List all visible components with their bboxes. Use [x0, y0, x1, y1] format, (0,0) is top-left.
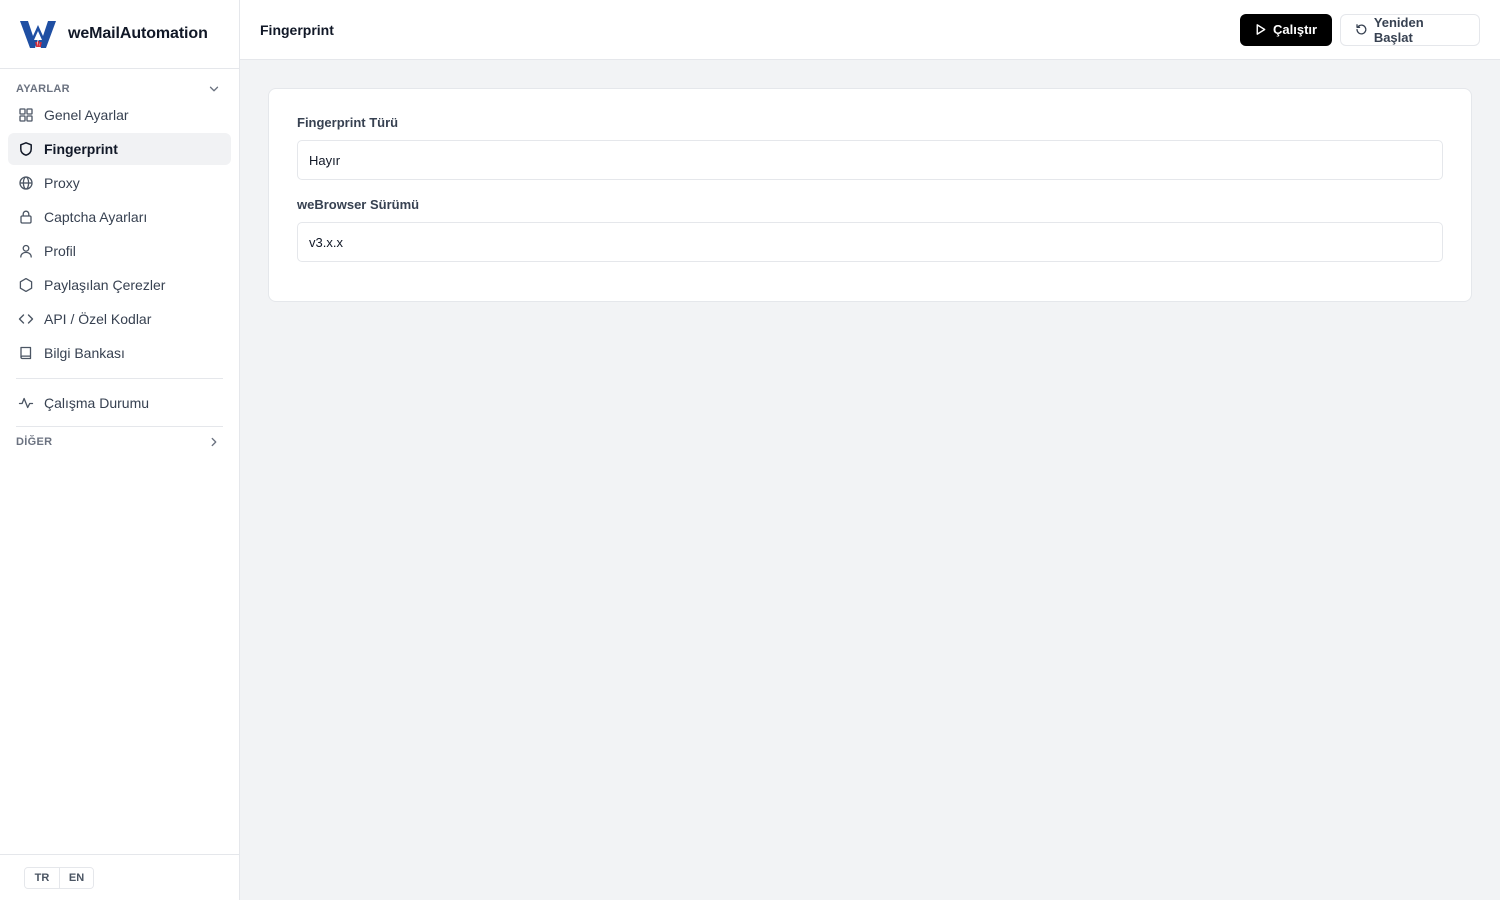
- chevron-down-icon: [209, 86, 219, 92]
- browser-version-input[interactable]: v3.x.x: [297, 222, 1443, 262]
- rotate-ccw-icon: [1356, 24, 1367, 35]
- book-icon: [20, 346, 32, 360]
- sidebar-item-label: Fingerprint: [44, 141, 118, 157]
- brand-name: weMailAutomation: [68, 25, 208, 42]
- language-tr-button[interactable]: TR: [25, 867, 59, 888]
- settings-section-heading: AYARLAR: [16, 83, 70, 95]
- language-en-button[interactable]: EN: [59, 867, 93, 888]
- restart-button[interactable]: Yeniden Başlat: [1340, 13, 1480, 46]
- language-bar: TR EN: [0, 854, 239, 900]
- sidebar-divider: [16, 378, 223, 379]
- grid-icon: [19, 108, 33, 122]
- sidebar-item-run-status[interactable]: Çalışma Durumu: [8, 387, 231, 419]
- sidebar-item-label: Genel Ayarlar: [44, 107, 129, 123]
- browser-version-label: weBrowser Sürümü: [297, 197, 420, 212]
- user-icon: [20, 244, 32, 258]
- sidebar-item-profile[interactable]: Profil: [8, 235, 231, 267]
- sidebar-item-label: API / Özel Kodlar: [44, 311, 152, 327]
- sidebar-item-captcha-settings[interactable]: Captcha Ayarları: [8, 201, 231, 233]
- browser-version-field: weBrowser Sürümü v3.x.x: [297, 197, 1443, 262]
- header-actions: Çalıştır Yeniden Başlat: [1240, 13, 1480, 46]
- run-button[interactable]: Çalıştır: [1240, 13, 1332, 46]
- sidebar-item-label: Proxy: [44, 175, 80, 191]
- brand-logo-icon: [20, 21, 56, 48]
- sidebar-item-knowledge-base[interactable]: Bilgi Bankası: [8, 337, 231, 369]
- lock-icon: [20, 210, 32, 224]
- chevron-right-icon: [211, 437, 217, 447]
- fingerprint-type-field: Fingerprint Türü Hayır: [297, 115, 1443, 180]
- globe-icon: [19, 176, 33, 190]
- activity-icon: [18, 397, 34, 409]
- brand[interactable]: weMailAutomation: [0, 0, 239, 69]
- restart-button-label: Yeniden Başlat: [1373, 14, 1424, 45]
- sidebar: weMailAutomation AYARLAR Genel Ayarlar F…: [0, 0, 240, 900]
- status-nav: Çalışma Durumu: [0, 387, 239, 419]
- sidebar-item-label: Paylaşılan Çerezler: [44, 277, 166, 293]
- language-toggle: TR EN: [24, 866, 94, 889]
- other-section-heading: DİĞER: [16, 436, 53, 448]
- play-icon: [1256, 24, 1266, 35]
- sidebar-item-api-custom-code[interactable]: API / Özel Kodlar: [8, 303, 231, 335]
- settings-section-toggle[interactable]: AYARLAR: [0, 82, 239, 96]
- hexagon-icon: [19, 277, 33, 293]
- sidebar-item-label: Çalışma Durumu: [44, 395, 150, 411]
- sidebar-item-label: Bilgi Bankası: [44, 345, 125, 361]
- page-title: Fingerprint: [260, 21, 334, 38]
- sidebar-item-label: Profil: [44, 243, 76, 259]
- sidebar-item-general-settings[interactable]: Genel Ayarlar: [8, 99, 231, 131]
- run-button-label: Çalıştır: [1273, 22, 1318, 37]
- sidebar-item-label: Captcha Ayarları: [44, 209, 148, 225]
- fingerprint-type-select[interactable]: Hayır: [297, 140, 1443, 180]
- shield-icon: [20, 142, 32, 156]
- fingerprint-settings-card: Fingerprint Türü Hayır weBrowser Sürümü …: [268, 88, 1472, 302]
- fingerprint-type-label: Fingerprint Türü: [297, 115, 399, 130]
- header: Fingerprint Çalıştır Yeniden Başlat: [240, 0, 1500, 60]
- code-icon: [18, 314, 34, 324]
- sidebar-item-shared-cookies[interactable]: Paylaşılan Çerezler: [8, 269, 231, 301]
- other-section-toggle[interactable]: DİĞER: [0, 435, 239, 449]
- sidebar-item-proxy[interactable]: Proxy: [8, 167, 231, 199]
- sidebar-item-fingerprint[interactable]: Fingerprint: [8, 133, 231, 165]
- sidebar-divider: [16, 426, 223, 427]
- settings-nav: Genel Ayarlar Fingerprint Proxy Captcha …: [0, 99, 239, 369]
